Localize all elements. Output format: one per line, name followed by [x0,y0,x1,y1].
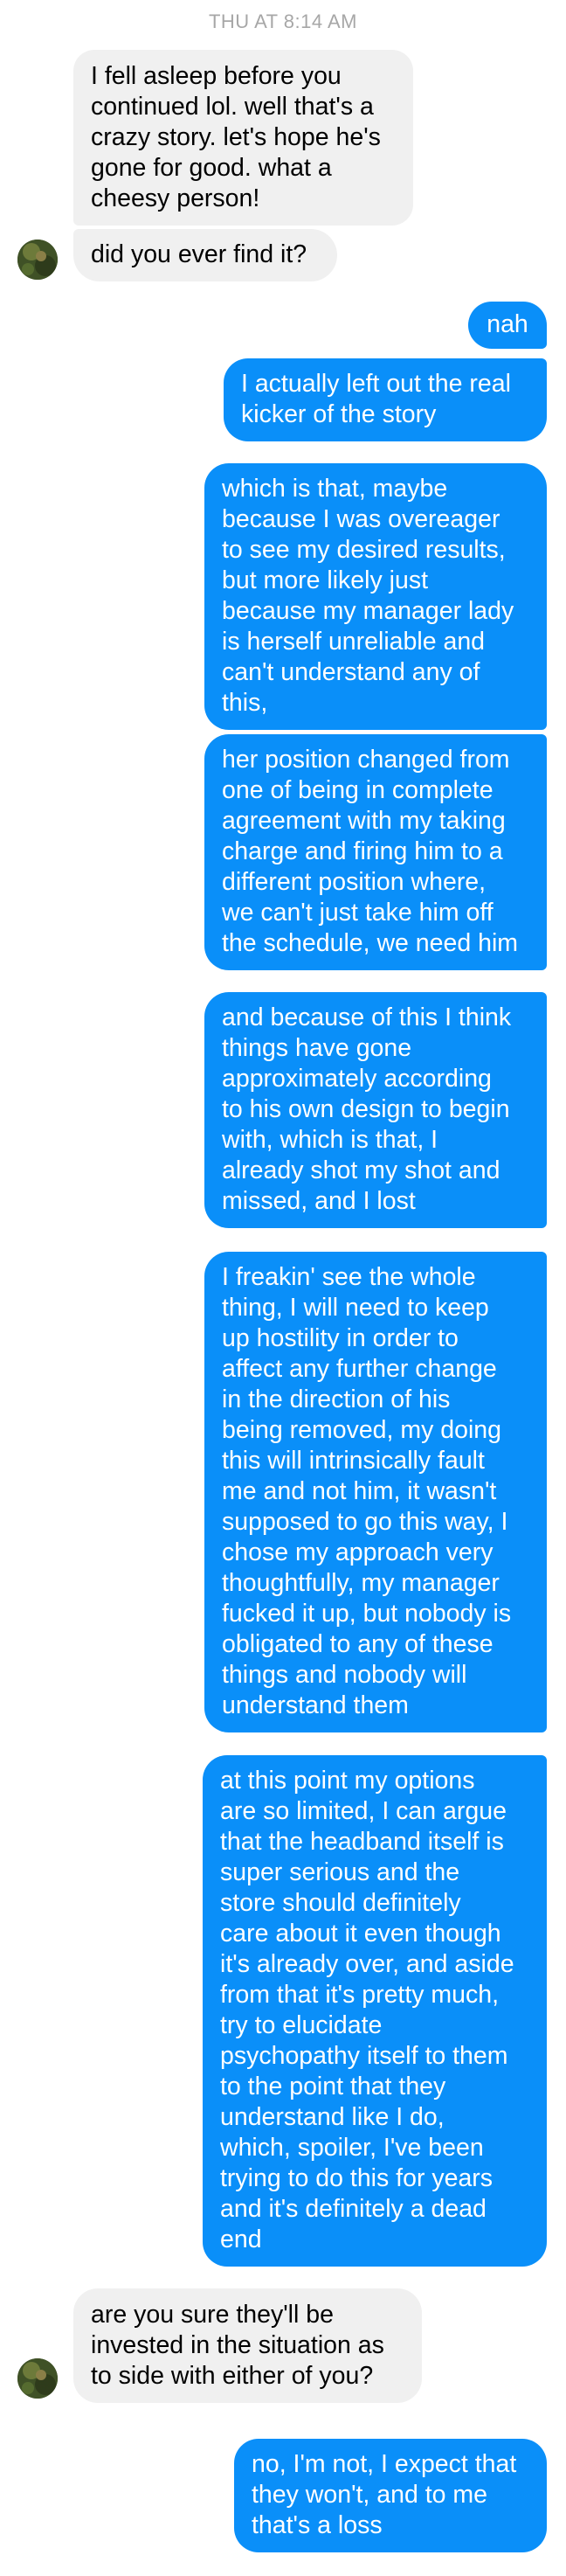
outgoing-message[interactable]: which is that, maybe because I was overe… [204,463,547,730]
contact-avatar[interactable] [17,240,58,280]
avatar-photo-icon [17,240,58,280]
outgoing-message[interactable]: I freakin' see the whole thing, I will n… [204,1252,547,1732]
incoming-message[interactable]: are you sure they'll be invested in the … [73,2288,422,2403]
contact-avatar[interactable] [17,2358,58,2399]
incoming-message[interactable]: did you ever find it? [73,229,337,281]
outgoing-message[interactable]: I actually left out the real kicker of t… [224,358,547,441]
outgoing-message[interactable]: and because of this I think things have … [204,992,547,1228]
outgoing-message[interactable]: no, I'm not, I expect that they won't, a… [234,2439,547,2552]
outgoing-message[interactable]: at this point my options are so limited,… [203,1755,547,2267]
avatar-photo-icon [17,2358,58,2399]
outgoing-message[interactable]: nah [468,302,547,349]
message-timestamp: THU AT 8:14 AM [208,10,358,32]
outgoing-message[interactable]: her position changed from one of being i… [204,734,547,970]
incoming-message[interactable]: I fell asleep before you continued lol. … [73,50,413,226]
